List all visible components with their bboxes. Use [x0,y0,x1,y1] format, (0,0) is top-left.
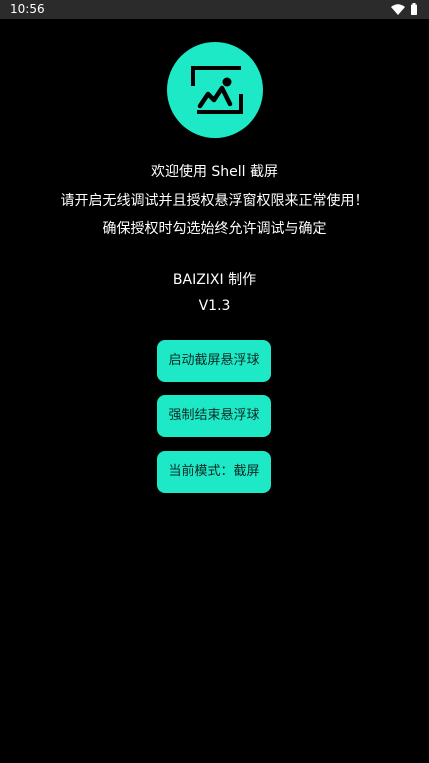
author-credit: BAIZIXI 制作 [172,272,257,288]
status-icons [391,3,417,15]
version-label: V1.3 [198,298,231,314]
permission-instruction: 请开启无线调试并且授权悬浮窗权限来正常使用！ [60,193,369,209]
welcome-title: 欢迎使用 Shell 截屏 [150,164,279,180]
app-logo [167,42,263,138]
start-floating-ball-button[interactable]: 启动截屏悬浮球 [157,340,271,382]
authorization-hint: 确保授权时勾选始终允许调试与确定 [102,221,327,237]
screenshot-image-icon [191,66,243,114]
wifi-icon [391,3,405,15]
stop-floating-ball-button[interactable]: 强制结束悬浮球 [157,395,271,437]
current-mode-button[interactable]: 当前模式：截屏 [157,451,271,493]
battery-icon [411,3,417,15]
status-time: 10:56 [10,2,45,16]
status-bar: 10:56 [0,0,429,19]
